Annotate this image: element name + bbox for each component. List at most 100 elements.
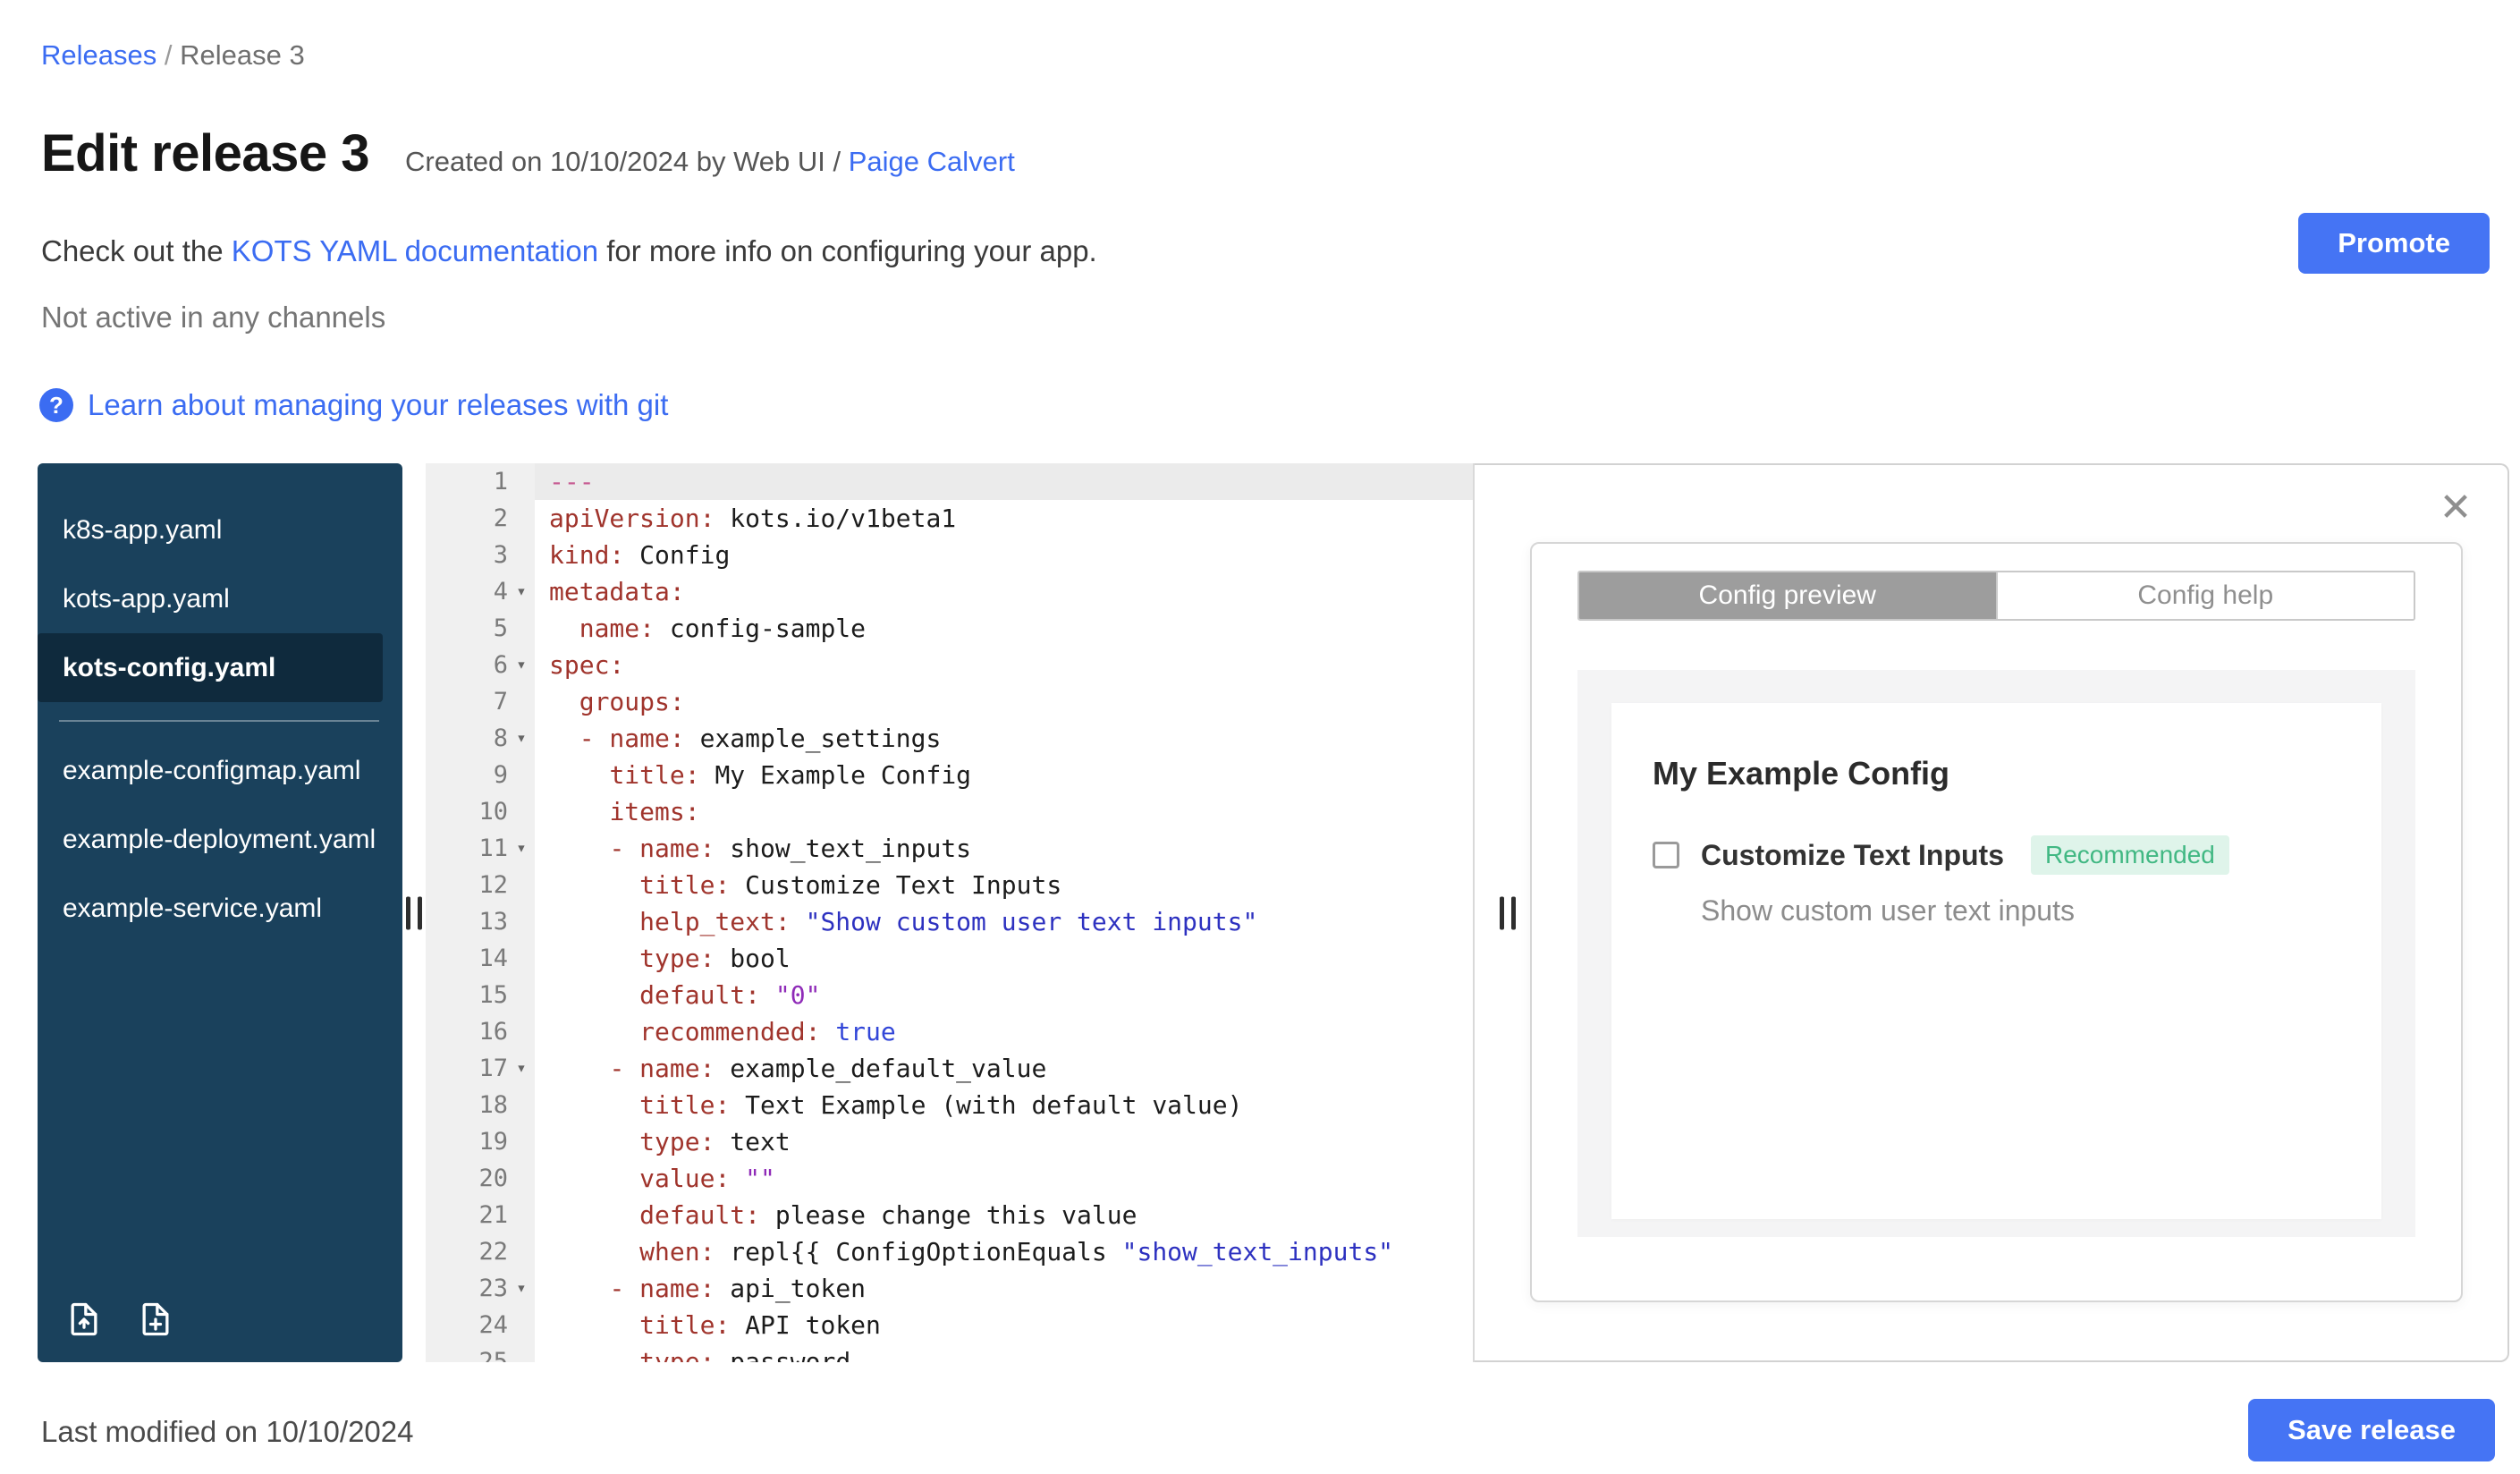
tab-config-help[interactable]: Config help — [1995, 572, 2414, 619]
file-item[interactable]: k8s-app.yaml — [38, 496, 402, 564]
code-line[interactable]: 15 default: "0" — [426, 977, 1473, 1013]
code-line[interactable]: 16 recommended: true — [426, 1013, 1473, 1050]
code-line[interactable]: 22 when: repl{{ ConfigOptionEquals "show… — [426, 1233, 1473, 1270]
tab-config-preview[interactable]: Config preview — [1579, 572, 1996, 619]
sidebar-drag-handle[interactable] — [406, 896, 422, 929]
code-line[interactable]: 25 type: password — [426, 1343, 1473, 1362]
promote-button[interactable]: Promote — [2298, 213, 2490, 274]
line-number: 20 — [426, 1160, 535, 1197]
sidebar-actions — [64, 1300, 175, 1339]
config-tabs: Config preview Config help — [1577, 571, 2415, 621]
code-line[interactable]: 17 ▾ - name: example_default_value — [426, 1050, 1473, 1087]
question-icon: ? — [39, 388, 73, 422]
line-number: 3 — [426, 537, 535, 573]
code-line[interactable]: 21 default: please change this value — [426, 1197, 1473, 1233]
file-item[interactable]: example-service.yaml — [38, 874, 402, 943]
file-tree-sidebar: k8s-app.yaml kots-app.yaml kots-config.yam… — [38, 463, 402, 1362]
yaml-code-editor[interactable]: 1 --- 2 apiVersion: kots.io/v1beta1 3 kind: C… — [426, 463, 1475, 1362]
code-line[interactable]: 14 type: bool — [426, 940, 1473, 977]
example-config-card: My Example Config Customize Text Inputs … — [1611, 703, 2381, 1219]
breadcrumb: Releases / Release 3 — [41, 39, 305, 72]
author-link[interactable]: Paige Calvert — [849, 146, 1015, 177]
fold-arrow-icon[interactable]: ▾ — [508, 647, 535, 683]
line-number: 11 ▾ — [426, 830, 535, 867]
kots-yaml-doc-link[interactable]: KOTS YAML documentation — [232, 234, 598, 267]
line-number: 21 — [426, 1197, 535, 1233]
code-text: name: config-sample — [579, 614, 867, 643]
file-tree-divider — [59, 720, 379, 722]
code-text: title: My Example Config — [609, 760, 972, 790]
doc-text-after: for more info on configuring your app. — [598, 234, 1097, 267]
file-item[interactable]: example-deployment.yaml — [38, 805, 402, 874]
code-text: - name: example_settings — [579, 724, 942, 753]
code-text: help_text: "Show custom user text inputs… — [639, 907, 1258, 936]
line-number: 22 — [426, 1233, 535, 1270]
code-line[interactable]: 23 ▾ - name: api_token — [426, 1270, 1473, 1307]
config-preview-body: My Example Config Customize Text Inputs … — [1577, 670, 2415, 1237]
fold-arrow-icon[interactable]: ▾ — [508, 1270, 535, 1307]
breadcrumb-releases-link[interactable]: Releases — [41, 39, 156, 71]
code-text: groups: — [579, 687, 685, 716]
channel-status: Not active in any channels — [41, 301, 386, 334]
line-number: 9 — [426, 757, 535, 793]
code-line[interactable]: 20 value: "" — [426, 1160, 1473, 1197]
code-text: type: password — [639, 1347, 851, 1362]
code-line[interactable]: 1 --- — [426, 463, 1473, 500]
code-line[interactable]: 3 kind: Config — [426, 537, 1473, 573]
config-card: Config preview Config help My Example Co… — [1530, 542, 2463, 1302]
code-line[interactable]: 24 title: API token — [426, 1307, 1473, 1343]
code-line[interactable]: 12 title: Customize Text Inputs — [426, 867, 1473, 903]
code-text: items: — [609, 797, 700, 826]
title-row: Edit release 3 Created on 10/10/2024 by … — [41, 123, 1015, 183]
line-number: 5 — [426, 610, 535, 647]
code-line[interactable]: 19 type: text — [426, 1123, 1473, 1160]
code-line[interactable]: 9 title: My Example Config — [426, 757, 1473, 793]
config-option-row: Customize Text Inputs Recommended — [1653, 835, 2340, 875]
line-number: 10 — [426, 793, 535, 830]
code-text: type: bool — [639, 944, 791, 973]
config-option-label: Customize Text Inputs — [1701, 838, 2004, 871]
code-text: - name: show_text_inputs — [609, 834, 972, 863]
code-line[interactable]: 13 help_text: "Show custom user text inp… — [426, 903, 1473, 940]
line-number: 25 — [426, 1343, 535, 1362]
code-line[interactable]: 5 name: config-sample — [426, 610, 1473, 647]
code-line[interactable]: 6 ▾ spec: — [426, 647, 1473, 683]
file-item[interactable]: kots-app.yaml — [38, 564, 402, 633]
new-file-icon[interactable] — [136, 1300, 175, 1339]
line-number: 16 — [426, 1013, 535, 1050]
preview-drag-handle[interactable] — [1500, 896, 1516, 929]
code-text: default: please change this value — [639, 1200, 1137, 1230]
code-line[interactable]: 7 groups: — [426, 683, 1473, 720]
customize-text-inputs-checkbox[interactable] — [1653, 842, 1679, 868]
git-help-link[interactable]: ? Learn about managing your releases wit… — [39, 388, 668, 422]
config-option-help: Show custom user text inputs — [1701, 894, 2075, 927]
code-text: metadata: — [549, 577, 685, 606]
page-title: Edit release 3 — [41, 124, 370, 182]
line-number: 14 — [426, 940, 535, 977]
code-text: recommended: true — [639, 1017, 896, 1046]
code-line[interactable]: 8 ▾ - name: example_settings — [426, 720, 1473, 757]
fold-arrow-icon[interactable]: ▾ — [508, 720, 535, 757]
fold-arrow-icon[interactable]: ▾ — [508, 573, 535, 610]
code-text: - name: example_default_value — [609, 1054, 1047, 1083]
fold-arrow-icon[interactable]: ▾ — [508, 830, 535, 867]
line-number: 12 — [426, 867, 535, 903]
code-lines: 1 --- 2 apiVersion: kots.io/v1beta1 3 kind: C… — [426, 463, 1473, 1362]
created-line: Created on 10/10/2024 by Web UI / Paige … — [405, 146, 1015, 178]
upload-file-icon[interactable] — [64, 1300, 104, 1339]
config-preview-pane: ✕ Config preview Config help My Example … — [1475, 463, 2509, 1362]
last-modified-text: Last modified on 10/10/2024 — [41, 1415, 414, 1448]
file-item[interactable]: kots-config.yaml — [38, 633, 383, 702]
code-line[interactable]: 10 items: — [426, 793, 1473, 830]
code-line[interactable]: 11 ▾ - name: show_text_inputs — [426, 830, 1473, 867]
save-release-button[interactable]: Save release — [2248, 1399, 2495, 1461]
line-number: 8 ▾ — [426, 720, 535, 757]
code-line[interactable]: 2 apiVersion: kots.io/v1beta1 — [426, 500, 1473, 537]
line-number: 15 — [426, 977, 535, 1013]
close-icon[interactable]: ✕ — [2434, 487, 2477, 529]
fold-arrow-icon[interactable]: ▾ — [508, 1050, 535, 1087]
file-item[interactable]: example-configmap.yaml — [38, 736, 402, 805]
code-line[interactable]: 18 title: Text Example (with default val… — [426, 1087, 1473, 1123]
line-number: 2 — [426, 500, 535, 537]
code-line[interactable]: 4 ▾ metadata: — [426, 573, 1473, 610]
